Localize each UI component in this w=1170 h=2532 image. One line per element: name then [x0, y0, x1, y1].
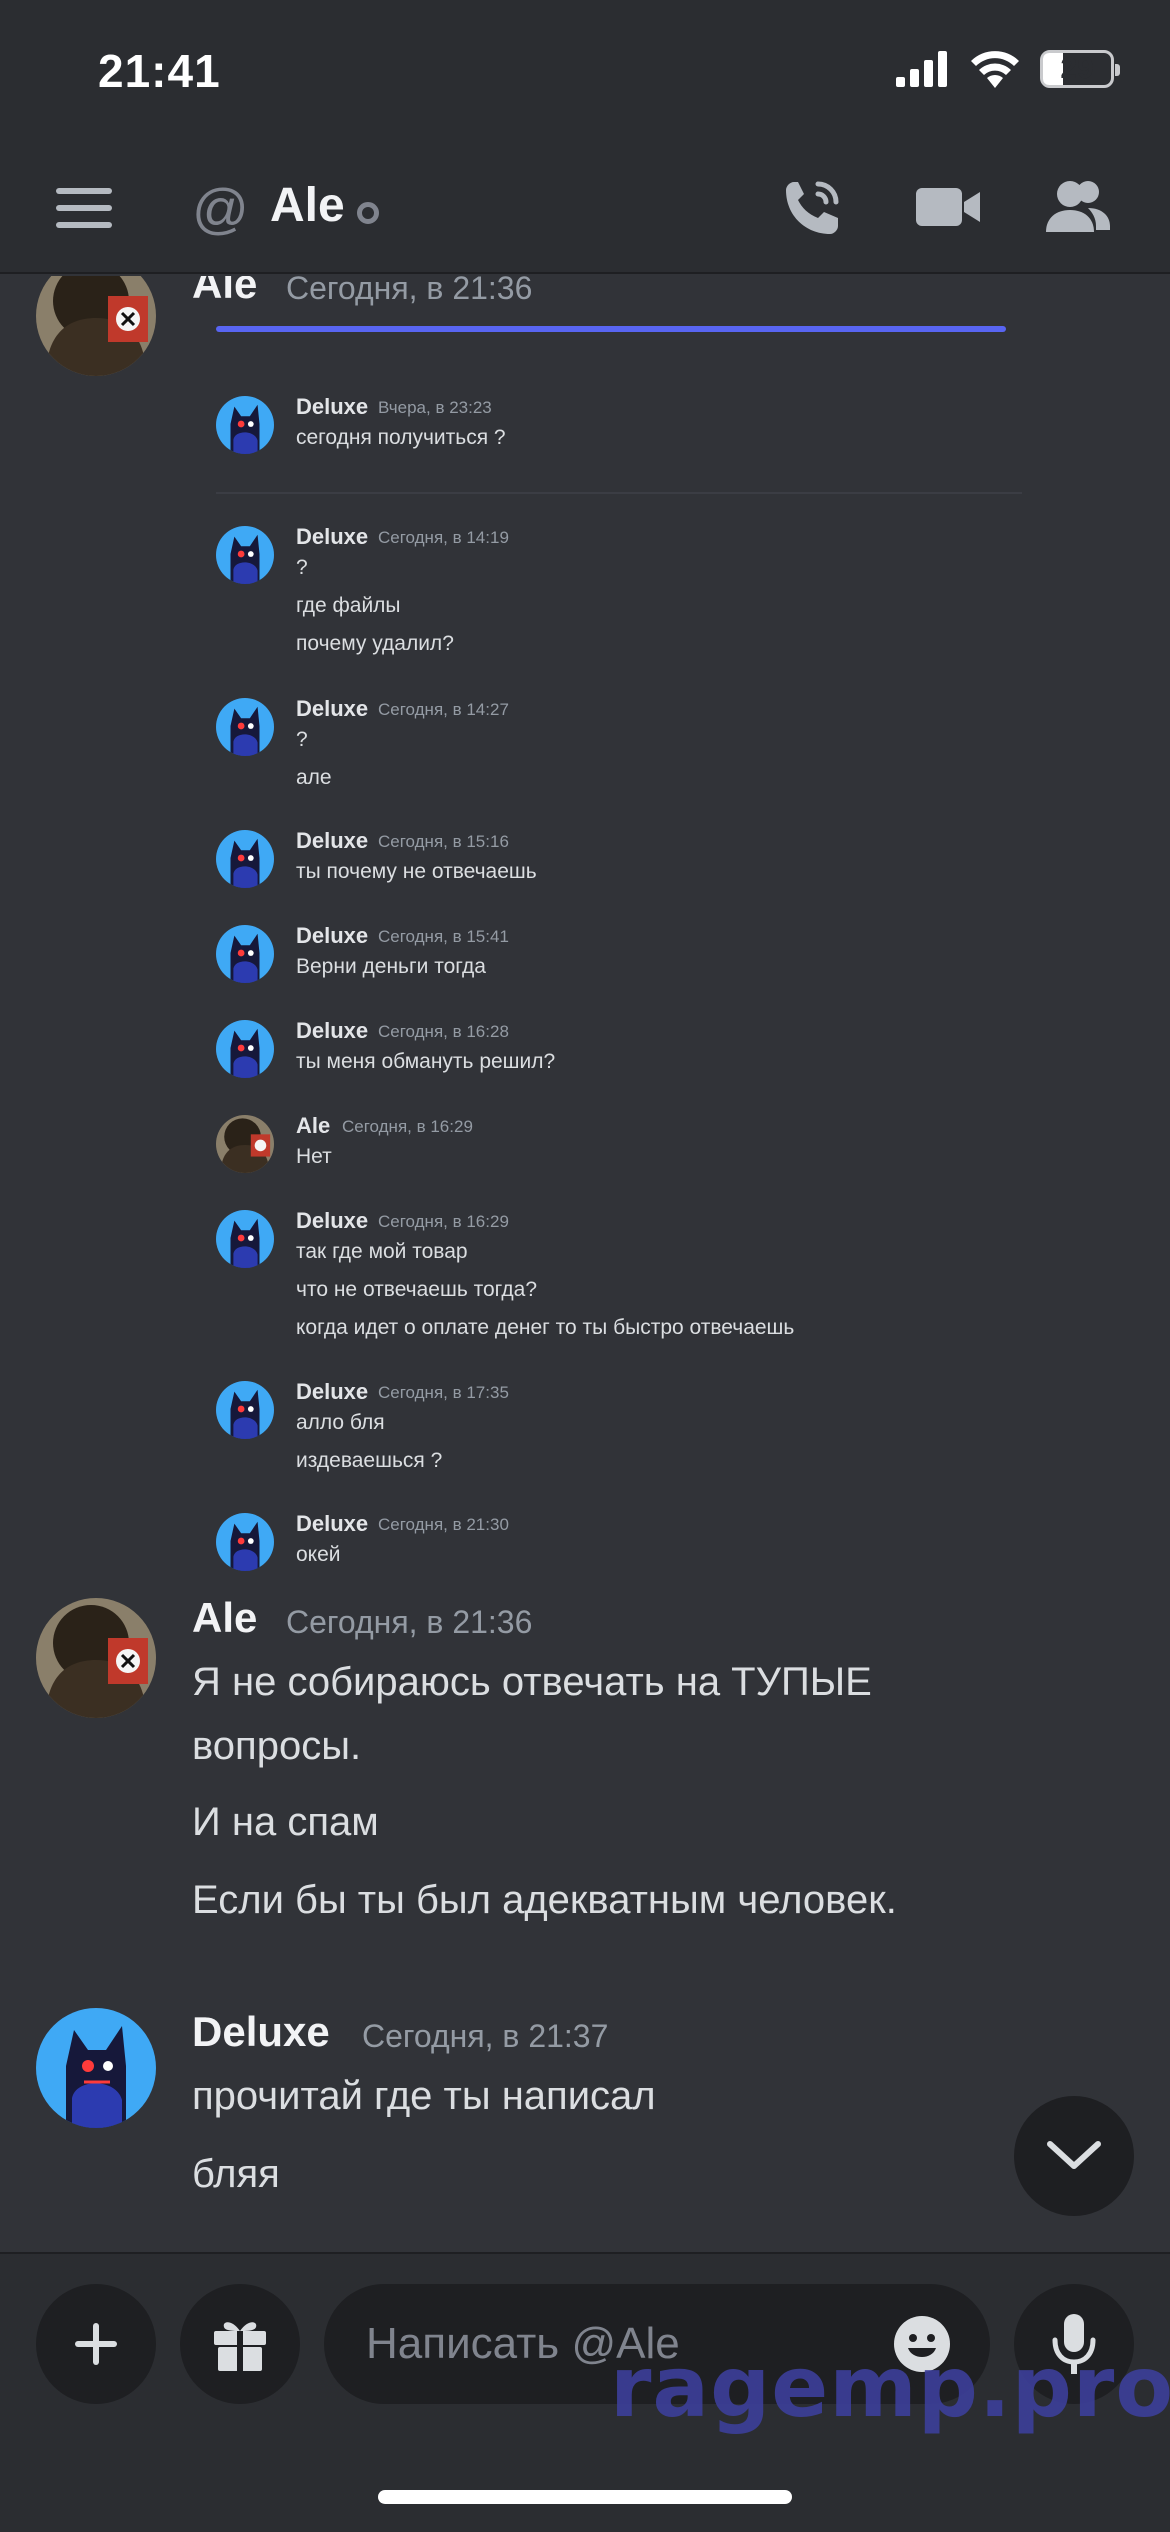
screenshot-author: Deluxe [296, 394, 369, 419]
gift-button[interactable] [180, 2284, 300, 2404]
screenshot-line: але [296, 766, 332, 789]
screenshot-author: Ale [296, 1113, 331, 1138]
screenshot-line: ты почему не отвечаешь [296, 860, 537, 883]
screenshot-line: алло бля [296, 1411, 385, 1434]
screenshot-timestamp: Сегодня, в 14:27 [378, 700, 509, 719]
screenshot-line: когда идет о оплате денег то ты быстро о… [296, 1316, 795, 1339]
status-icons: 29 [896, 50, 1120, 88]
screenshot-line: ты меня обмануть решил? [296, 1050, 556, 1073]
deluxe-avatar [216, 1381, 274, 1439]
screenshot-author: Deluxe [296, 923, 369, 948]
message-author[interactable]: Deluxe [192, 2008, 330, 2056]
video-call-button[interactable] [914, 174, 984, 240]
signal-icon [896, 51, 947, 87]
deluxe-avatar [216, 1020, 274, 1078]
message-line: Я не собираюсь отвечать на ТУПЫЕ [192, 1660, 872, 1704]
message-timestamp: Сегодня, в 21:36 [286, 1604, 533, 1640]
battery-icon: 29 [1040, 50, 1120, 88]
screenshot-line: Верни деньги тогда [296, 955, 486, 978]
message-timestamp: Сегодня, в 21:36 [286, 276, 533, 306]
screenshot-author: Deluxe [296, 524, 369, 549]
screenshot-line: ? [296, 728, 308, 751]
screenshot-line: что не отвечаешь тогда? [296, 1278, 537, 1301]
deluxe-avatar [216, 830, 274, 888]
screenshot-timestamp: Сегодня, в 16:29 [342, 1117, 473, 1136]
screenshot-timestamp: Сегодня, в 17:35 [378, 1383, 509, 1402]
screenshot-timestamp: Сегодня, в 16:28 [378, 1022, 509, 1041]
members-button[interactable] [1044, 174, 1114, 240]
screenshot-line: где файлы [296, 594, 401, 617]
channel-title[interactable]: Ale [270, 178, 345, 233]
battery-level: 29 [1060, 52, 1094, 85]
message-line: бляя [192, 2152, 280, 2196]
screenshot-author: Deluxe [296, 1208, 369, 1233]
screenshot-line: ? [296, 556, 308, 579]
gift-icon [214, 2322, 266, 2371]
screenshot-timestamp: Сегодня, в 15:41 [378, 927, 509, 946]
ale-avatar[interactable] [36, 1598, 156, 1718]
ale-avatar[interactable] [36, 276, 156, 376]
screenshot-line: так где мой товар [296, 1240, 468, 1263]
screenshot-line: Нет [296, 1145, 332, 1168]
screenshot-timestamp: Сегодня, в 15:16 [378, 832, 509, 851]
message-timestamp: Сегодня, в 21:37 [362, 2018, 609, 2054]
deluxe-avatar [216, 396, 274, 454]
menu-icon[interactable] [56, 188, 112, 228]
ale-avatar [216, 1115, 274, 1173]
deluxe-avatar [216, 1513, 274, 1571]
screenshot-top-bar [216, 326, 1006, 332]
deluxe-avatar [216, 925, 274, 983]
screenshot-author: Deluxe [296, 1511, 369, 1536]
video-call-icon [916, 188, 980, 226]
deluxe-avatar [216, 1210, 274, 1268]
message-line: И на спам [192, 1800, 379, 1844]
message-line: прочитай где ты написал [192, 2074, 656, 2118]
attach-button[interactable] [36, 2284, 156, 2404]
screenshot-author: Deluxe [296, 1379, 369, 1404]
screenshot-timestamp: Сегодня, в 21:30 [378, 1515, 509, 1534]
deluxe-avatar[interactable] [36, 2008, 156, 2128]
chevron-down-icon [1047, 2141, 1101, 2169]
screenshot-line: издеваешься ? [296, 1449, 443, 1472]
status-time: 21:41 [98, 45, 221, 97]
screenshot-timestamp: Сегодня, в 14:19 [378, 528, 509, 547]
plus-icon [75, 2323, 117, 2365]
screenshot-line: сегодня получиться ? [296, 426, 506, 449]
screenshot-author: Deluxe [296, 828, 369, 853]
channel-header: @ Ale [0, 140, 1170, 274]
message-line: вопросы. [192, 1724, 362, 1768]
status-dot-icon [357, 202, 379, 224]
screenshot-line: почему удалил? [296, 632, 454, 655]
members-icon [1046, 181, 1110, 232]
message-author[interactable]: Ale [192, 276, 257, 308]
deluxe-avatar [216, 698, 274, 756]
watermark: ragemp.pro [610, 2338, 1170, 2436]
deluxe-avatar [216, 526, 274, 584]
screenshot-divider [216, 492, 1022, 494]
message-list[interactable]: Ale Сегодня, в 21:36 Deluxe Вчера, в 23:… [0, 276, 1170, 2252]
screenshot-attachment[interactable]: Deluxe Вчера, в 23:23 сегодня получиться… [216, 326, 1022, 1576]
at-icon: @ [192, 177, 249, 240]
home-indicator[interactable] [378, 2490, 792, 2504]
voice-call-button[interactable] [780, 174, 850, 240]
wifi-icon [971, 51, 1019, 88]
voice-call-icon [786, 181, 839, 234]
message-line: Если бы ты был адекватным человек. [192, 1878, 897, 1922]
status-bar: 21:41 29 [0, 0, 1170, 140]
jump-to-latest-button[interactable] [1014, 2096, 1134, 2216]
screenshot-timestamp: Вчера, в 23:23 [378, 398, 492, 417]
screenshot-author: Deluxe [296, 696, 369, 721]
screenshot-author: Deluxe [296, 1018, 369, 1043]
message-author[interactable]: Ale [192, 1594, 257, 1642]
screenshot-line: окей [296, 1543, 341, 1566]
screenshot-timestamp: Сегодня, в 16:29 [378, 1212, 509, 1231]
